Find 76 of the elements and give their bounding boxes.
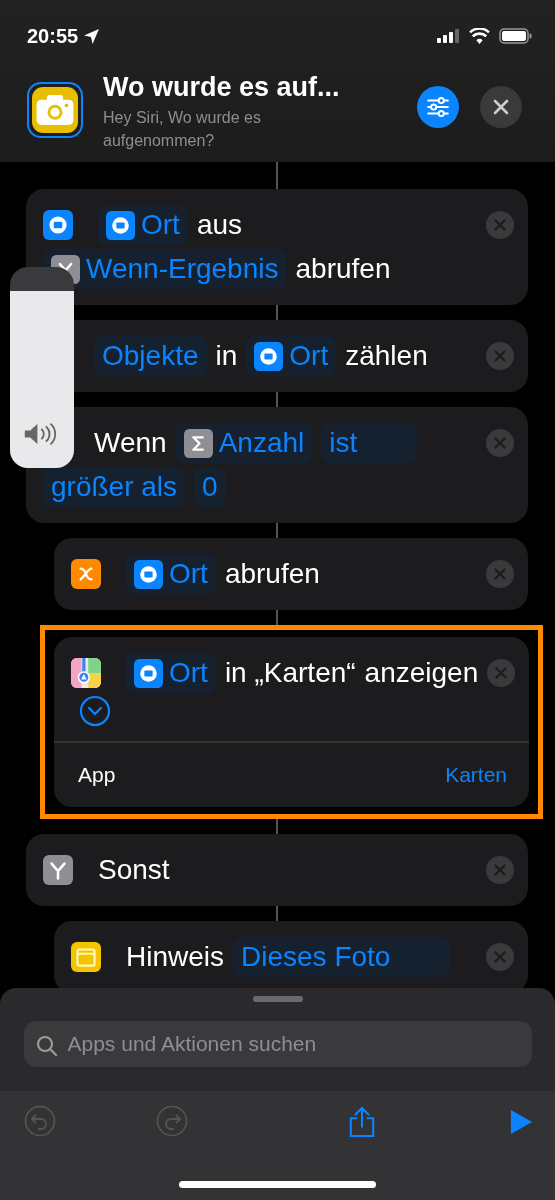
action-text: zählen [345, 339, 428, 373]
signal-icon [437, 29, 459, 43]
remove-button[interactable] [486, 560, 514, 588]
action-card[interactable]: Wenn Anzahl ist größer als 0 [26, 407, 528, 523]
close-icon [486, 211, 514, 239]
remove-button[interactable] [486, 342, 514, 370]
sliders-icon [425, 94, 451, 120]
play-button[interactable] [509, 1107, 533, 1136]
share-icon [348, 1104, 376, 1139]
parameter-value[interactable]: Karten [445, 763, 507, 787]
variable-icon [71, 559, 101, 589]
close-icon [486, 856, 514, 884]
remove-button[interactable] [486, 429, 514, 457]
redo-icon [156, 1104, 188, 1137]
fork-icon [43, 855, 73, 885]
sum-icon [183, 428, 213, 458]
action-text: in „Karten“ [224, 656, 356, 690]
photo-icon [43, 210, 73, 240]
photo-icon [134, 658, 163, 688]
action-text: anzeigen [364, 656, 479, 690]
variable-token[interactable]: Ort [126, 554, 216, 594]
action-text: abrufen [295, 252, 391, 286]
photo-icon [254, 341, 284, 371]
location-arrow-icon [83, 27, 101, 45]
variable-token[interactable]: Anzahl [175, 423, 313, 463]
action-text: in [215, 339, 238, 373]
action-text: Hinweis [126, 940, 225, 974]
search-field[interactable]: Apps und Aktionen suchen [23, 1021, 532, 1067]
action-text: abrufen [224, 557, 320, 591]
close-icon [486, 429, 514, 457]
action-text: Sonst [98, 853, 170, 887]
photo-icon [134, 559, 163, 589]
action-card[interactable]: Ort abrufen [54, 538, 528, 610]
action-text: Wenn [94, 426, 167, 460]
close-icon [486, 342, 514, 370]
parameter-token[interactable]: Objekte [94, 336, 207, 376]
variable-token[interactable]: Ort [126, 653, 216, 693]
close-button[interactable] [480, 86, 522, 128]
status-time: 20:55 [27, 24, 79, 48]
variable-token[interactable]: Ort [98, 205, 188, 245]
close-icon [486, 560, 514, 588]
parameter-label: App [78, 763, 116, 787]
play-icon [509, 1107, 533, 1136]
shortcut-title[interactable]: Wo wurde es auf... [103, 72, 393, 103]
parameter-token[interactable]: Dieses Foto [233, 937, 451, 977]
note-icon [71, 942, 101, 972]
expand-button[interactable] [79, 695, 111, 727]
undo-icon [24, 1104, 56, 1137]
sheet-handle[interactable] [252, 996, 303, 1003]
chevron-icon [79, 695, 111, 727]
close-icon [487, 659, 515, 687]
camera-app-icon[interactable] [27, 82, 83, 138]
settings-button[interactable] [417, 86, 459, 128]
siri-phrase: Hey Siri, Wo wurde es aufgenommen? [103, 108, 262, 151]
remove-button[interactable] [487, 659, 515, 687]
search-icon [34, 1034, 59, 1059]
action-card[interactable]: Ort in „Karten“ anzeigen App Karten [54, 637, 529, 807]
speaker-icon [23, 422, 59, 446]
battery-icon [499, 28, 533, 44]
variable-token[interactable]: Wenn-Ergebnis [43, 249, 287, 289]
action-card[interactable]: Ort aus Wenn-Ergebnis abrufen [26, 189, 528, 305]
share-button[interactable] [348, 1104, 376, 1139]
parameter-token[interactable]: ist [321, 423, 418, 463]
variable-token[interactable]: Ort [246, 336, 337, 376]
close-icon [491, 97, 511, 117]
parameter-token[interactable]: 0 [194, 467, 226, 507]
wifi-icon [469, 28, 490, 44]
action-card[interactable]: Sonst [26, 834, 528, 906]
remove-button[interactable] [486, 211, 514, 239]
parameter-token[interactable]: größer als [43, 467, 186, 507]
map-icon [71, 658, 101, 688]
remove-button[interactable] [486, 943, 514, 971]
close-icon [486, 943, 514, 971]
photo-icon [106, 210, 135, 240]
action-text: aus [196, 208, 243, 242]
remove-button[interactable] [486, 856, 514, 884]
